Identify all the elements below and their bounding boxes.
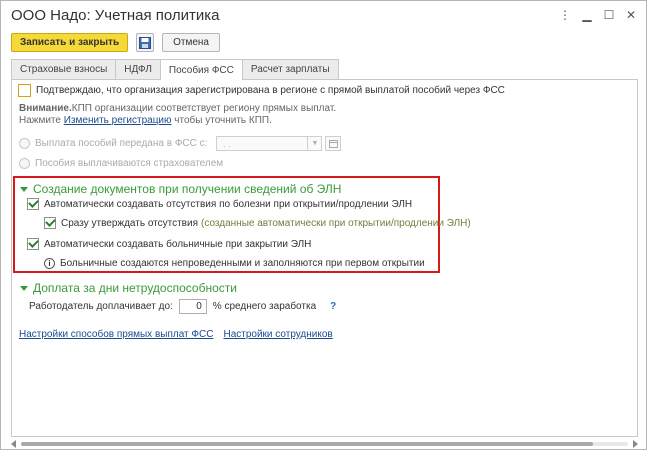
toolbar: Записать и закрыть Отмена	[11, 33, 220, 52]
tab-fss-benefits[interactable]: Пособия ФСС	[159, 59, 243, 80]
extra-section-title: Доплата за дни нетрудоспособности	[33, 281, 237, 295]
horizontal-scrollbar[interactable]	[11, 440, 638, 448]
close-icon[interactable]: ✕	[624, 7, 638, 23]
auto-absence-label: Автоматически создавать отсутствия по бо…	[44, 198, 413, 210]
extra-section-header[interactable]: Доплата за дни нетрудоспособности	[20, 281, 237, 295]
radio-transferred-label: Выплата пособий передана в ФСС с:	[35, 138, 208, 149]
radio-employer-row: Пособия выплачиваются страхователем	[19, 158, 223, 169]
window-controls: ⋮ ▁ ☐ ✕	[558, 7, 638, 23]
confirm-checkbox[interactable]	[18, 84, 31, 97]
change-registration-link[interactable]: Изменить регистрацию	[64, 115, 172, 126]
tab-ndfl[interactable]: НДФЛ	[115, 59, 161, 79]
calendar-icon[interactable]	[325, 136, 342, 151]
radio-employer-label: Пособия выплачиваются страхователем	[35, 158, 224, 169]
confirm-row: Подтверждаю, что организация зарегистрир…	[18, 84, 505, 97]
info-text: Больничные создаются непроведенными и за…	[60, 258, 425, 269]
save-button[interactable]	[136, 33, 155, 52]
staff-settings-link[interactable]: Настройки сотрудников	[223, 329, 332, 340]
links-row: Настройки способов прямых выплат ФСС Нас…	[19, 329, 333, 340]
percent-input[interactable]: 0	[178, 299, 207, 314]
collapse-triangle-icon[interactable]	[20, 186, 28, 192]
help-icon[interactable]: ?	[330, 301, 336, 312]
change-registration-row: Нажмите Изменить регистрацию чтобы уточн…	[19, 115, 272, 126]
dropdown-arrow-icon[interactable]: ▼	[308, 136, 323, 151]
fss-settings-link[interactable]: Настройки способов прямых выплат ФСС	[19, 329, 213, 340]
auto-sick-checkbox[interactable]	[27, 238, 39, 250]
more-icon[interactable]: ⋮	[558, 7, 572, 23]
date-input[interactable]: . .	[216, 136, 309, 151]
info-icon: i	[44, 258, 55, 269]
approve-absence-label: Сразу утверждать отсутствия	[61, 217, 198, 229]
auto-absence-checkbox[interactable]	[27, 198, 39, 210]
confirm-label: Подтверждаю, что организация зарегистрир…	[36, 85, 505, 96]
tab-insurance[interactable]: Страховые взносы	[11, 59, 117, 79]
radio-transferred[interactable]	[19, 138, 30, 149]
save-close-button[interactable]: Записать и закрыть	[11, 33, 129, 52]
scroll-right-icon[interactable]	[633, 440, 638, 448]
radio-transferred-row: Выплата пособий передана в ФСС с: . . ▼	[19, 136, 342, 151]
radio-employer[interactable]	[19, 158, 30, 169]
employer-pays-row: Работодатель доплачивает до: 0 % среднег…	[29, 299, 336, 314]
approve-absence-row: Сразу утверждать отсутствия (созданные а…	[44, 217, 471, 229]
attention-bold: Внимание.	[19, 103, 72, 114]
approve-absence-checkbox[interactable]	[44, 217, 56, 229]
auto-sick-row: Автоматически создавать больничные при з…	[27, 238, 311, 250]
info-row: i Больничные создаются непроведенными и …	[44, 258, 425, 269]
eln-section-header[interactable]: Создание документов при получении сведен…	[20, 182, 341, 196]
maximize-icon[interactable]: ☐	[602, 7, 616, 23]
scroll-track[interactable]	[21, 442, 628, 446]
approve-absence-note: (созданные автоматически при открытии/пр…	[201, 217, 471, 229]
auto-sick-label: Автоматически создавать больничные при з…	[44, 238, 312, 250]
employer-pays-label: Работодатель доплачивает до:	[29, 301, 173, 312]
scroll-thumb[interactable]	[21, 442, 593, 446]
date-field: . . ▼	[216, 136, 342, 151]
tab-bar: Страховые взносы НДФЛ Пособия ФСС Расчет…	[11, 59, 339, 80]
window-title: ООО Надо: Учетная политика	[11, 7, 220, 24]
scroll-left-icon[interactable]	[11, 440, 16, 448]
tab-payroll[interactable]: Расчет зарплаты	[241, 59, 339, 79]
attention-row: Внимание. КПП организации соответствует …	[19, 103, 336, 114]
policy-window: ООО Надо: Учетная политика ⋮ ▁ ☐ ✕ Запис…	[0, 0, 647, 450]
auto-absence-row: Автоматически создавать отсутствия по бо…	[27, 198, 412, 210]
minimize-icon[interactable]: ▁	[580, 7, 594, 23]
after-link-text: чтобы уточнить КПП.	[171, 115, 272, 126]
floppy-disk-icon	[139, 36, 152, 49]
attention-text: КПП организации соответствует региону пр…	[71, 103, 337, 114]
eln-section-title: Создание документов при получении сведен…	[33, 182, 342, 196]
collapse-triangle-icon[interactable]	[20, 285, 28, 291]
press-text: Нажмите	[19, 115, 64, 126]
cancel-button[interactable]: Отмена	[162, 33, 220, 52]
percent-suffix: % среднего заработка	[212, 301, 317, 312]
